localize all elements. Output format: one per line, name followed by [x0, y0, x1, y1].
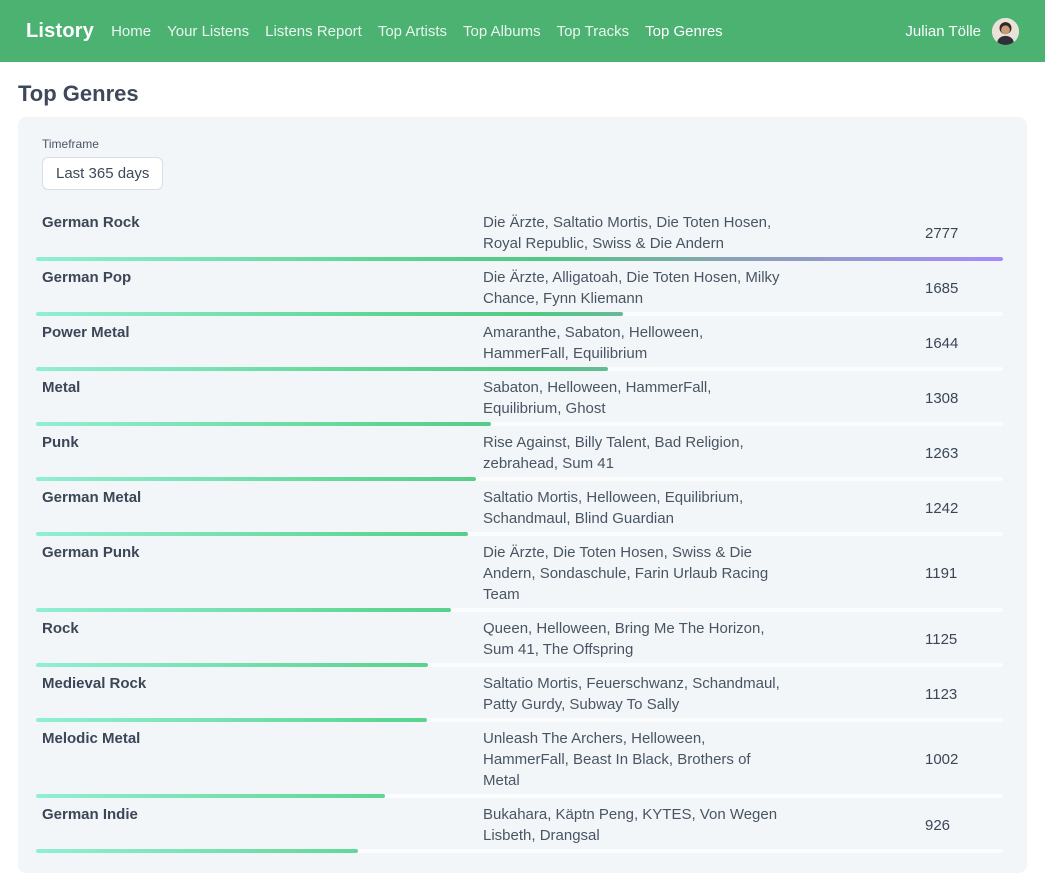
genre-listen-count: 926 — [925, 817, 1003, 834]
top-genres-page: Top Genres Timeframe Last 365 days Germa… — [0, 81, 1045, 873]
nav-item-top-genres[interactable]: Top Genres — [645, 23, 723, 40]
genre-bar — [36, 849, 358, 853]
genre-artists: Die Ärzte, Alligatoah, Die Toten Hosen, … — [483, 267, 785, 309]
genre-row: Rock Queen, Helloween, Bring Me The Hori… — [42, 612, 1003, 667]
genre-name: German Rock — [42, 212, 483, 233]
genre-name: Punk — [42, 432, 483, 453]
genre-listen-count: 1263 — [925, 445, 1003, 462]
user-avatar-photo — [992, 18, 1019, 45]
page-title: Top Genres — [18, 81, 1027, 107]
genre-artists: Bukahara, Käptn Peng, KYTES, Von Wegen L… — [483, 804, 785, 846]
genre-artists: Amaranthe, Sabaton, Helloween, HammerFal… — [483, 322, 785, 364]
genre-listen-count: 1685 — [925, 280, 1003, 297]
genre-artists: Rise Against, Billy Talent, Bad Religion… — [483, 432, 785, 474]
timeframe-label: Timeframe — [42, 137, 1003, 151]
genre-listen-count: 1002 — [925, 751, 1003, 768]
genre-row: German Pop Die Ärzte, Alligatoah, Die To… — [42, 261, 1003, 316]
genre-name: German Metal — [42, 487, 483, 508]
genre-name: Melodic Metal — [42, 728, 483, 749]
genre-name: German Pop — [42, 267, 483, 288]
user-name[interactable]: Julian Tölle — [905, 23, 981, 40]
genre-row: Metal Sabaton, Helloween, HammerFall, Eq… — [42, 371, 1003, 426]
genre-listen-count: 1242 — [925, 500, 1003, 517]
nav-item-top-tracks[interactable]: Top Tracks — [557, 23, 630, 40]
genre-listen-count: 2777 — [925, 225, 1003, 242]
user-avatar[interactable] — [992, 18, 1019, 45]
genre-artists: Saltatio Mortis, Feuerschwanz, Schandmau… — [483, 673, 785, 715]
genre-list: German Rock Die Ärzte, Saltatio Mortis, … — [42, 206, 1003, 853]
app-header: Listory Home Your Listens Listens Report To… — [0, 0, 1045, 62]
nav-item-top-albums[interactable]: Top Albums — [463, 23, 541, 40]
genre-listen-count: 1191 — [925, 565, 1003, 582]
genre-listen-count: 1308 — [925, 390, 1003, 407]
genre-name: Rock — [42, 618, 483, 639]
timeframe-select[interactable]: Last 365 days — [42, 157, 163, 190]
genre-name: German Indie — [42, 804, 483, 825]
genre-name: Metal — [42, 377, 483, 398]
genre-artists: Queen, Helloween, Bring Me The Horizon, … — [483, 618, 785, 660]
genre-listen-count: 1644 — [925, 335, 1003, 352]
genre-name: Medieval Rock — [42, 673, 483, 694]
genre-row: Melodic Metal Unleash The Archers, Hello… — [42, 722, 1003, 798]
genre-bar-track — [36, 849, 1003, 853]
nav-item-top-artists[interactable]: Top Artists — [378, 23, 447, 40]
genre-row: Power Metal Amaranthe, Sabaton, Hellowee… — [42, 316, 1003, 371]
app-brand[interactable]: Listory — [26, 20, 94, 43]
genre-row: German Indie Bukahara, Käptn Peng, KYTES… — [42, 798, 1003, 853]
nav-item-your-listens[interactable]: Your Listens — [167, 23, 249, 40]
genre-row: German Punk Die Ärzte, Die Toten Hosen, … — [42, 536, 1003, 612]
genre-listen-count: 1123 — [925, 686, 1003, 703]
genre-name: German Punk — [42, 542, 483, 563]
main-nav: Home Your Listens Listens Report Top Artist… — [111, 23, 723, 40]
genre-row: German Metal Saltatio Mortis, Helloween,… — [42, 481, 1003, 536]
genre-row: German Rock Die Ärzte, Saltatio Mortis, … — [42, 206, 1003, 261]
genre-name: Power Metal — [42, 322, 483, 343]
top-genres-card: Timeframe Last 365 days German Rock Die … — [18, 117, 1027, 873]
genre-artists: Saltatio Mortis, Helloween, Equilibrium,… — [483, 487, 785, 529]
genre-artists: Unleash The Archers, Helloween, HammerFa… — [483, 728, 785, 791]
genre-artists: Sabaton, Helloween, HammerFall, Equilibr… — [483, 377, 785, 419]
genre-row: Punk Rise Against, Billy Talent, Bad Rel… — [42, 426, 1003, 481]
nav-item-home[interactable]: Home — [111, 23, 151, 40]
genre-row: Medieval Rock Saltatio Mortis, Feuerschw… — [42, 667, 1003, 722]
genre-artists: Die Ärzte, Saltatio Mortis, Die Toten Ho… — [483, 212, 785, 254]
user-area: Julian Tölle — [905, 18, 1019, 45]
nav-item-listens-report[interactable]: Listens Report — [265, 23, 362, 40]
genre-listen-count: 1125 — [925, 631, 1003, 648]
genre-artists: Die Ärzte, Die Toten Hosen, Swiss & Die … — [483, 542, 785, 605]
